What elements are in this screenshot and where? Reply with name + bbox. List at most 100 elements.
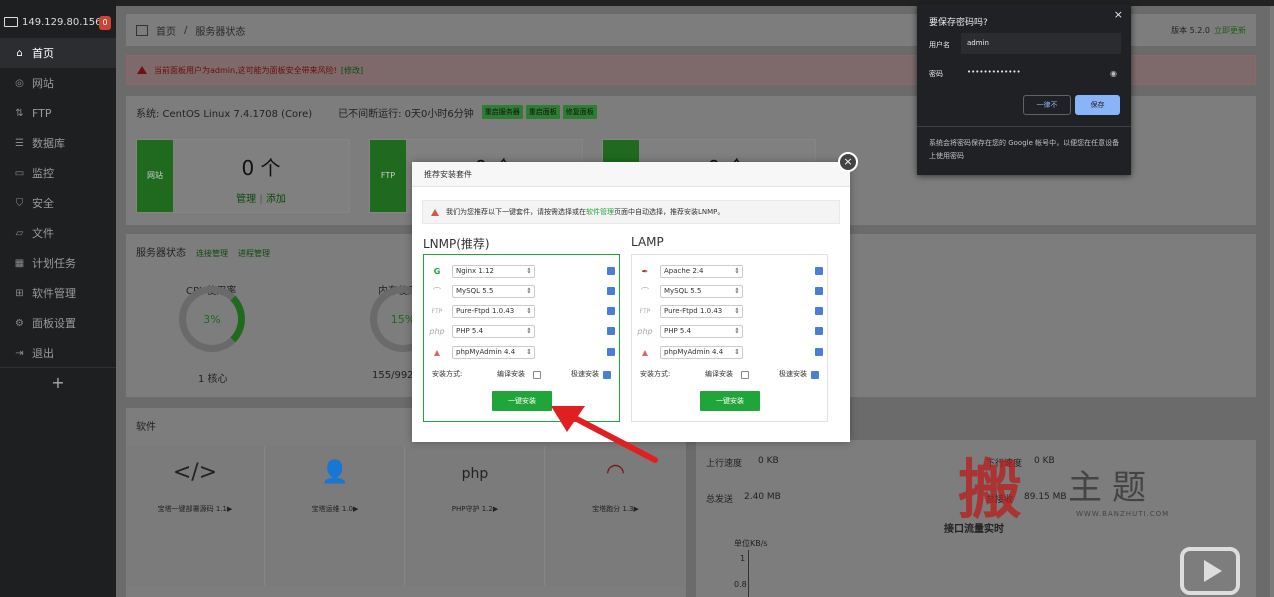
sidebar-item-database[interactable]: ☰ 数据库 (0, 128, 116, 158)
sidebar-item-home[interactable]: ⌂ 首页 (0, 38, 116, 68)
version-select[interactable]: Nginx 1.12 (452, 264, 535, 278)
package-checkbox[interactable] (607, 287, 615, 295)
dialog-title: 推荐安装套件 (412, 162, 850, 187)
package-checkbox[interactable] (815, 267, 823, 275)
sidebar-item-label: 安全 (32, 197, 54, 210)
save-button[interactable]: 保存 (1075, 95, 1120, 115)
password-field[interactable]: ••••••••••••• (961, 62, 1121, 83)
lnmp-title: LNMP(推荐) (423, 237, 490, 251)
software-manage-link[interactable]: 软件管理 (586, 207, 614, 217)
phpmyadmin-icon: ▲ (433, 347, 441, 357)
install-button[interactable]: 一键安装 (700, 391, 760, 411)
software-item[interactable]: php PHP守护 1.2▶ (406, 446, 545, 586)
fast-checkbox[interactable] (811, 371, 819, 379)
watermark-text: 主题 (1068, 468, 1156, 508)
eye-icon[interactable]: ◉ (1110, 69, 1117, 78)
gear-icon: ⚙ (15, 317, 24, 329)
package-checkbox[interactable] (815, 287, 823, 295)
method-label: 安装方式: (432, 370, 463, 378)
stat-links: 管理 | 添加 (173, 190, 349, 205)
watermark-url: WWW.BANZHUTI.COM (1076, 510, 1170, 518)
package-row: ⌒ MySQL 5.5 (638, 283, 823, 299)
version-select[interactable]: Pure-Ftpd 1.0.43 (452, 304, 535, 318)
annotation-arrow (551, 406, 658, 463)
server-status-title: 服务器状态 (136, 248, 186, 259)
version-select[interactable]: PHP 5.4 (660, 324, 743, 338)
sent-value: 2.40 MB (744, 492, 781, 502)
compile-label: 编译安装 (705, 370, 733, 378)
software-title: 软件 (136, 422, 156, 433)
watermark: 搬 主题 WWW.BANZHUTI.COM (958, 448, 1188, 536)
mysql-icon: ⌒ (433, 286, 441, 296)
version-select[interactable]: Apache 2.4 (660, 264, 743, 278)
breadcrumb-home[interactable]: 首页 (156, 23, 176, 38)
breadcrumb-separator: / (184, 24, 188, 36)
package-checkbox[interactable] (607, 348, 615, 356)
restart-panel-button[interactable]: 重启面板 (525, 105, 560, 119)
sidebar-item-files[interactable]: ▱ 文件 (0, 218, 116, 248)
username-field[interactable]: admin (961, 33, 1121, 54)
sidebar-item-security[interactable]: ⛉ 安全 (0, 188, 116, 218)
sidebar-item-website[interactable]: ◎ 网站 (0, 68, 116, 98)
install-button[interactable]: 一键安装 (492, 391, 552, 411)
package-row: ⌒ MySQL 5.5 (430, 283, 615, 299)
sidebar-item-ftp[interactable]: ⇅ FTP (0, 98, 116, 128)
software-item[interactable]: ◠ 宝塔跑分 1.3▶ (546, 446, 685, 586)
sidebar-item-label: 面板设置 (32, 317, 76, 330)
compile-checkbox[interactable] (533, 371, 541, 379)
add-link[interactable]: 添加 (266, 194, 286, 205)
sidebar-item-monitor[interactable]: ▭ 监控 (0, 158, 116, 188)
ftp-icon: ⇅ (15, 107, 24, 119)
popup-footer: 系统会将密码保存在您的 Google 帐号中，以便您在任意设备上使用密码 (929, 139, 1120, 160)
process-link[interactable]: 进程管理 (238, 249, 270, 258)
package-row: FTP Pure-Ftpd 1.0.43 (430, 303, 615, 319)
globe-icon: ◎ (15, 77, 24, 89)
version-select[interactable]: MySQL 5.5 (452, 284, 535, 298)
package-checkbox[interactable] (815, 327, 823, 335)
package-checkbox[interactable] (607, 307, 615, 315)
lamp-panel[interactable]: ✒ Apache 2.4 ⌒ MySQL 5.5 FTP Pure-Ftpd 1.0.… (631, 254, 828, 422)
code-icon: </> (172, 460, 218, 485)
package-checkbox[interactable] (815, 348, 823, 356)
never-button[interactable]: 一律不 (1023, 95, 1071, 115)
sidebar-item-software[interactable]: ⊞ 软件管理 (0, 278, 116, 308)
sidebar-item-label: 计划任务 (32, 257, 76, 270)
software-item[interactable]: 👤 宝塔运维 1.0▶ (266, 446, 405, 586)
cpu-cores: 1 核心 (198, 374, 228, 385)
close-icon[interactable]: × (838, 152, 858, 172)
mysql-icon: ⌒ (641, 286, 649, 296)
package-row: FTP Pure-Ftpd 1.0.43 (638, 303, 823, 319)
version-select[interactable]: MySQL 5.5 (660, 284, 743, 298)
sidebar-item-logout[interactable]: ⇥ 退出 (0, 338, 116, 368)
play-icon[interactable] (1180, 547, 1240, 595)
software-item[interactable]: </> 宝塔一键部署源码 1.1▶ (126, 446, 265, 586)
package-row: ▲ phpMyAdmin 4.4 (430, 344, 615, 360)
version-label: 版本 5.2.0 (1171, 26, 1210, 35)
add-button[interactable]: + (0, 367, 116, 397)
manage-link[interactable]: 管理 (236, 194, 256, 205)
sidebar-item-cron[interactable]: ▦ 计划任务 (0, 248, 116, 278)
php-icon: php (429, 326, 445, 336)
chart-axis (748, 550, 749, 597)
package-checkbox[interactable] (607, 327, 615, 335)
version-select[interactable]: Pure-Ftpd 1.0.43 (660, 304, 743, 318)
lnmp-panel[interactable]: G Nginx 1.12 ⌒ MySQL 5.5 FTP Pure-Ftpd 1.0.… (423, 254, 620, 422)
close-icon[interactable]: × (1114, 8, 1123, 21)
fast-checkbox[interactable] (603, 371, 611, 379)
notification-badge[interactable]: 0 (99, 16, 111, 30)
package-checkbox[interactable] (815, 307, 823, 315)
home-icon[interactable] (136, 24, 148, 36)
version-select[interactable]: phpMyAdmin 4.4 (452, 345, 535, 359)
repair-panel-button[interactable]: 修复面板 (562, 105, 597, 119)
restart-server-button[interactable]: 重启服务器 (481, 105, 523, 119)
connection-link[interactable]: 连接管理 (196, 249, 228, 258)
sidebar-item-settings[interactable]: ⚙ 面板设置 (0, 308, 116, 338)
update-link[interactable]: 立即更新 (1214, 26, 1246, 35)
version-select[interactable]: PHP 5.4 (452, 324, 535, 338)
compile-checkbox[interactable] (741, 371, 749, 379)
package-row: php PHP 5.4 (429, 323, 615, 339)
alert-fix-link[interactable]: [修改] (341, 65, 363, 76)
sidebar-item-label: 首页 (32, 47, 54, 60)
version-select[interactable]: phpMyAdmin 4.4 (660, 345, 743, 359)
package-checkbox[interactable] (607, 267, 615, 275)
